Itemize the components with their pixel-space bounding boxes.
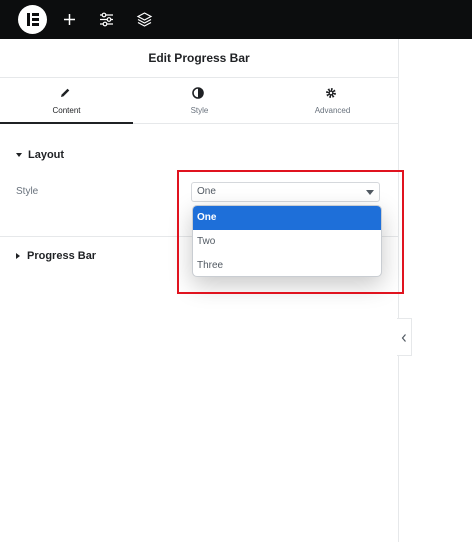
gear-icon	[326, 88, 336, 98]
style-control-label: Style	[16, 186, 39, 197]
layers-icon[interactable]	[135, 10, 154, 29]
section-layout-title: Layout	[28, 149, 65, 161]
elementor-logo-icon[interactable]	[18, 5, 47, 34]
half-circle-icon	[192, 87, 204, 99]
panel-title: Edit Progress Bar	[0, 39, 398, 78]
plus-icon[interactable]	[60, 10, 79, 29]
highlight-box	[177, 170, 404, 294]
tab-content[interactable]: Content	[0, 78, 133, 124]
tab-style-label: Style	[190, 106, 209, 115]
caret-right-icon	[16, 253, 20, 260]
top-toolbar	[0, 0, 472, 39]
panel-collapse-handle[interactable]	[397, 318, 412, 356]
pencil-icon	[61, 88, 70, 97]
panel-tabs: Content Style Advanced	[0, 78, 398, 124]
section-layout-toggle[interactable]: Layout	[16, 149, 64, 161]
chevron-left-icon	[401, 334, 406, 342]
caret-down-icon	[16, 153, 22, 158]
tab-advanced-label: Advanced	[314, 106, 351, 115]
section-progress-bar-toggle[interactable]: Progress Bar	[16, 250, 96, 262]
section-progress-bar-title: Progress Bar	[27, 250, 97, 262]
sliders-icon[interactable]	[97, 10, 116, 29]
tab-advanced[interactable]: Advanced	[266, 78, 399, 123]
preview-canvas	[399, 39, 472, 542]
tab-style[interactable]: Style	[133, 78, 266, 123]
tab-content-label: Content	[52, 106, 81, 115]
